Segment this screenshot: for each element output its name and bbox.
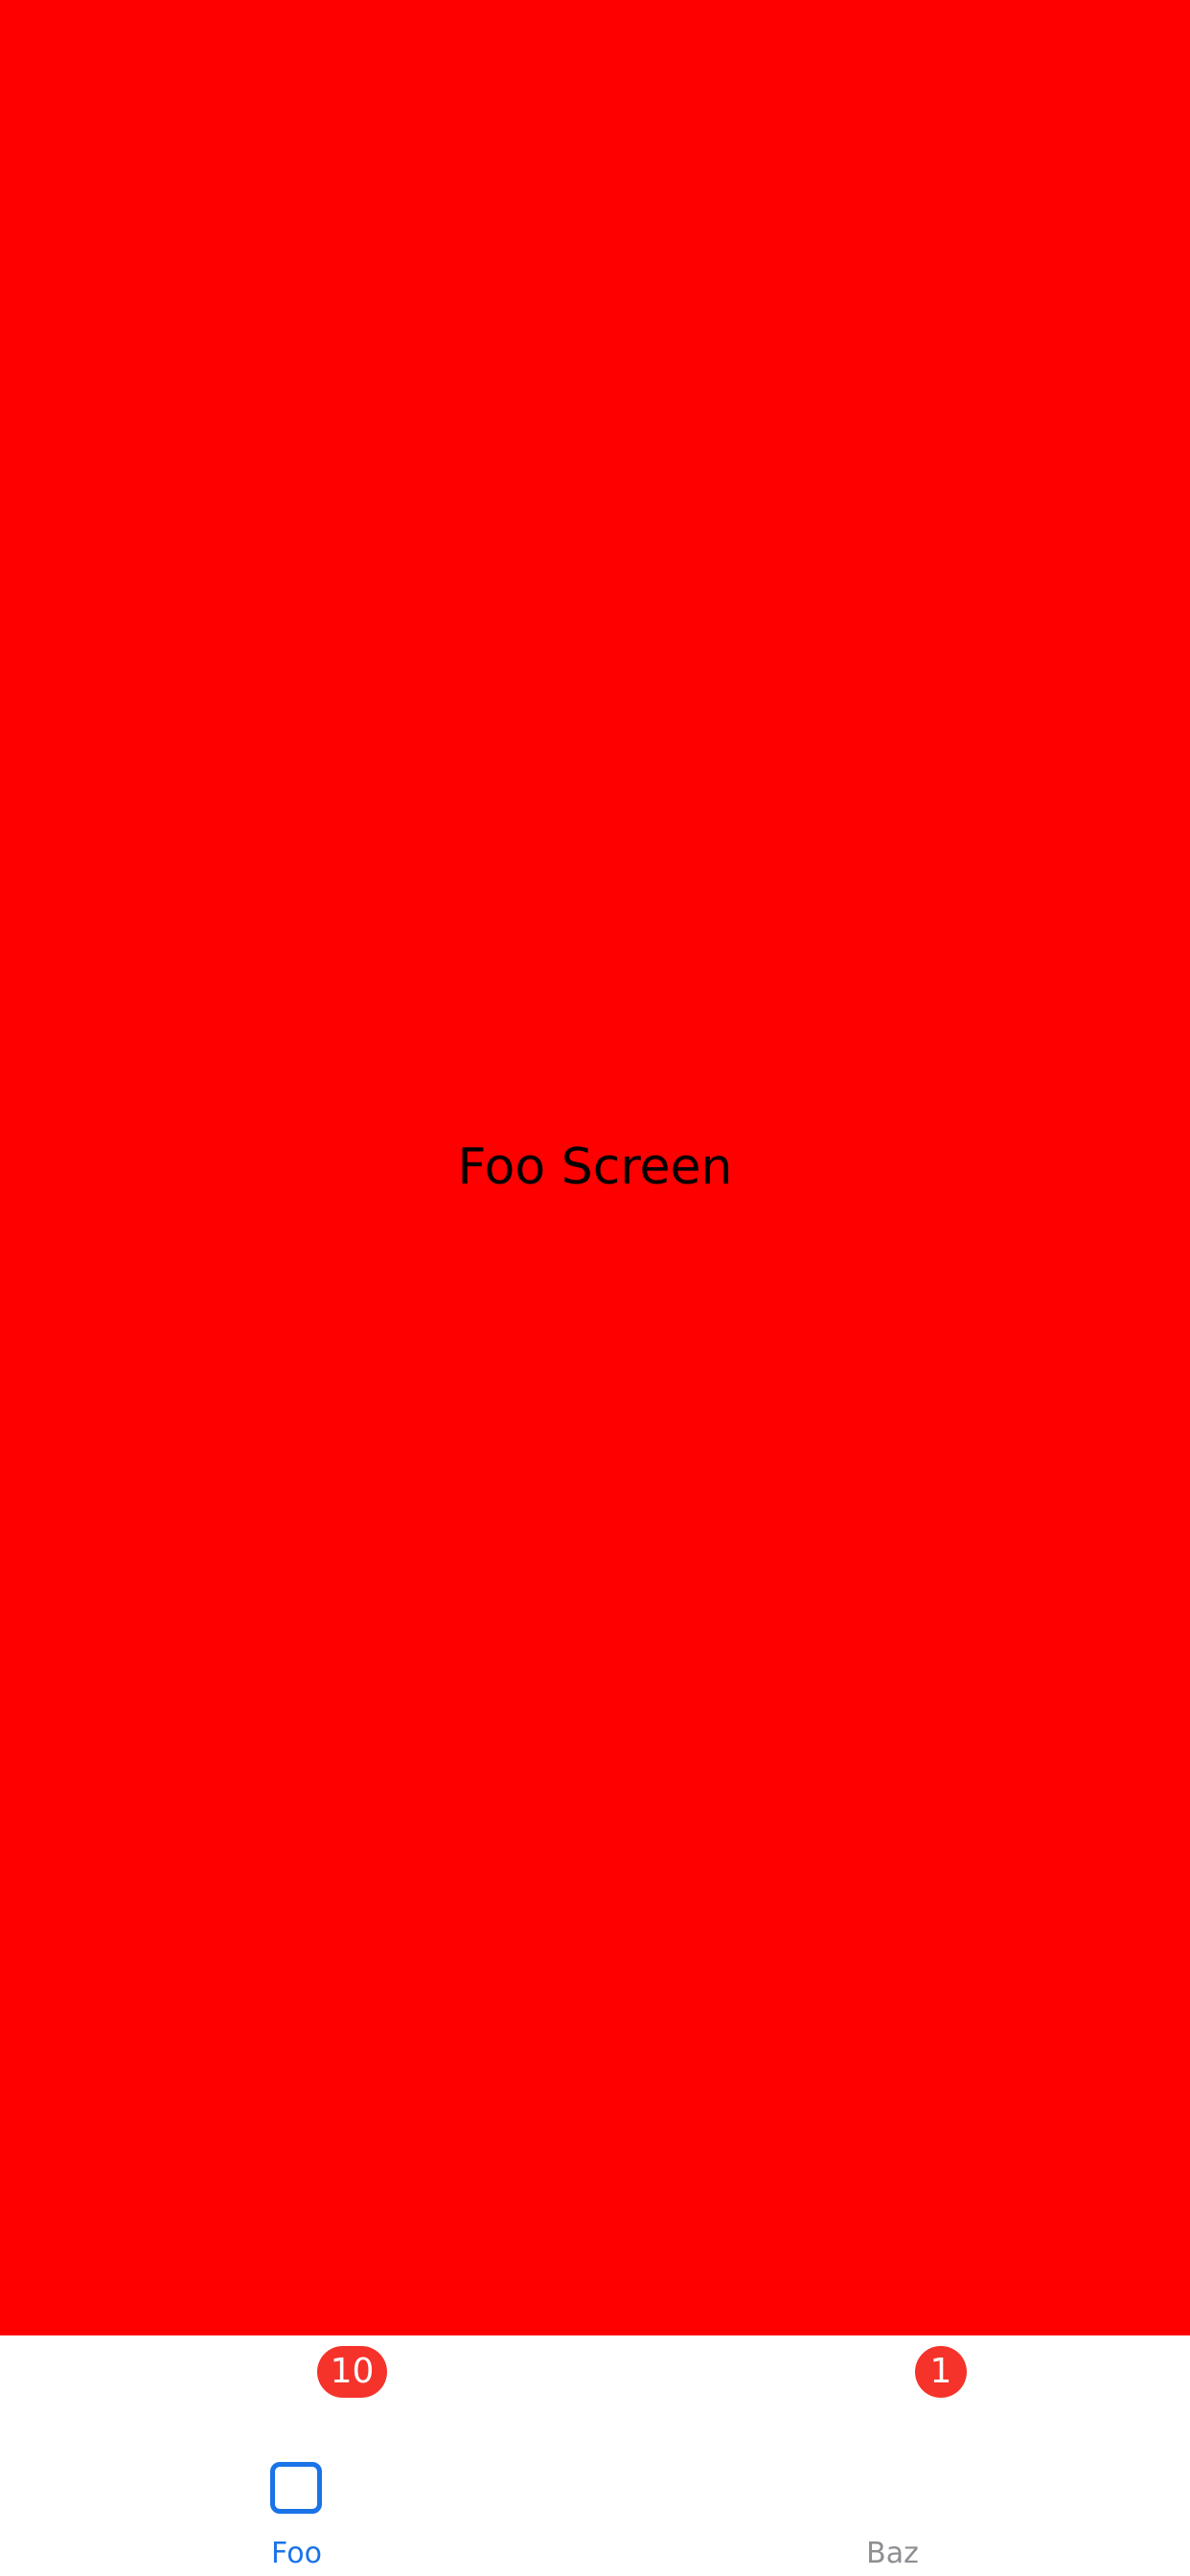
foo-screen: Foo Screen bbox=[0, 0, 1190, 2335]
tab-foo[interactable]: 10 Foo bbox=[0, 2335, 595, 2576]
screen-title: Foo Screen bbox=[457, 1138, 733, 1196]
square-icon bbox=[270, 2462, 322, 2514]
tab-baz-badge: 1 bbox=[915, 2346, 967, 2398]
tab-foo-badge: 10 bbox=[317, 2346, 387, 2398]
tab-bar: 10 Foo 1 Baz bbox=[0, 2335, 1190, 2576]
tab-foo-label: Foo bbox=[271, 2537, 322, 2570]
tab-baz[interactable]: 1 Baz bbox=[595, 2335, 1190, 2576]
tab-baz-label: Baz bbox=[866, 2537, 919, 2570]
